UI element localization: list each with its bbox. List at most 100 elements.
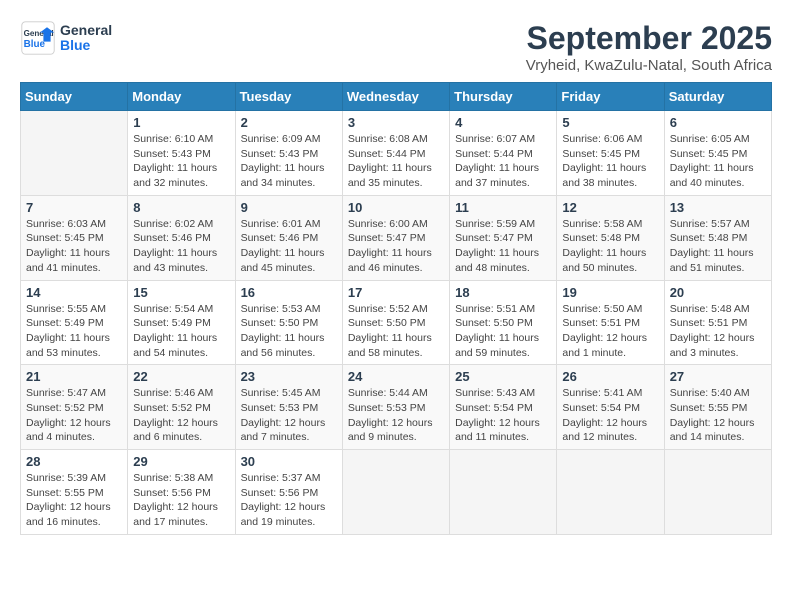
day-info: Sunrise: 6:05 AM Sunset: 5:45 PM Dayligh… xyxy=(670,132,766,191)
weekday-header-saturday: Saturday xyxy=(664,83,771,111)
calendar-cell xyxy=(21,111,128,196)
day-number: 20 xyxy=(670,285,766,300)
day-info: Sunrise: 5:46 AM Sunset: 5:52 PM Dayligh… xyxy=(133,386,229,445)
calendar-cell: 15 Sunrise: 5:54 AM Sunset: 5:49 PM Dayli… xyxy=(128,280,235,365)
calendar-cell: 25 Sunrise: 5:43 AM Sunset: 5:54 PM Dayli… xyxy=(450,365,557,450)
weekday-header-tuesday: Tuesday xyxy=(235,83,342,111)
day-info: Sunrise: 6:10 AM Sunset: 5:43 PM Dayligh… xyxy=(133,132,229,191)
calendar-cell: 7 Sunrise: 6:03 AM Sunset: 5:45 PM Daylig… xyxy=(21,195,128,280)
day-info: Sunrise: 5:48 AM Sunset: 5:51 PM Dayligh… xyxy=(670,302,766,361)
weekday-header-wednesday: Wednesday xyxy=(342,83,449,111)
calendar-header: SundayMondayTuesdayWednesdayThursdayFrid… xyxy=(21,83,772,111)
day-number: 11 xyxy=(455,200,551,215)
day-number: 9 xyxy=(241,200,337,215)
day-number: 18 xyxy=(455,285,551,300)
calendar-cell: 5 Sunrise: 6:06 AM Sunset: 5:45 PM Daylig… xyxy=(557,111,664,196)
day-number: 6 xyxy=(670,115,766,130)
day-info: Sunrise: 5:44 AM Sunset: 5:53 PM Dayligh… xyxy=(348,386,444,445)
day-info: Sunrise: 6:06 AM Sunset: 5:45 PM Dayligh… xyxy=(562,132,658,191)
calendar-cell: 6 Sunrise: 6:05 AM Sunset: 5:45 PM Daylig… xyxy=(664,111,771,196)
day-info: Sunrise: 5:58 AM Sunset: 5:48 PM Dayligh… xyxy=(562,217,658,276)
day-number: 7 xyxy=(26,200,122,215)
calendar-cell: 26 Sunrise: 5:41 AM Sunset: 5:54 PM Dayli… xyxy=(557,365,664,450)
day-number: 26 xyxy=(562,369,658,384)
calendar-cell: 4Sunrise: 6:07 AM Sunset: 5:44 PM Daylig… xyxy=(450,111,557,196)
calendar-cell: 14 Sunrise: 5:55 AM Sunset: 5:49 PM Dayli… xyxy=(21,280,128,365)
calendar: SundayMondayTuesdayWednesdayThursdayFrid… xyxy=(20,82,772,535)
day-info: Sunrise: 5:59 AM Sunset: 5:47 PM Dayligh… xyxy=(455,217,551,276)
calendar-cell xyxy=(450,450,557,535)
day-info: Sunrise: 6:01 AM Sunset: 5:46 PM Dayligh… xyxy=(241,217,337,276)
day-info: Sunrise: 5:40 AM Sunset: 5:55 PM Dayligh… xyxy=(670,386,766,445)
day-number: 27 xyxy=(670,369,766,384)
calendar-cell: 29 Sunrise: 5:38 AM Sunset: 5:56 PM Dayli… xyxy=(128,450,235,535)
calendar-cell: 8Sunrise: 6:02 AM Sunset: 5:46 PM Daylig… xyxy=(128,195,235,280)
calendar-cell: 2 Sunrise: 6:09 AM Sunset: 5:43 PM Daylig… xyxy=(235,111,342,196)
day-number: 25 xyxy=(455,369,551,384)
day-number: 23 xyxy=(241,369,337,384)
day-number: 14 xyxy=(26,285,122,300)
day-info: Sunrise: 6:03 AM Sunset: 5:45 PM Dayligh… xyxy=(26,217,122,276)
day-number: 8 xyxy=(133,200,229,215)
day-info: Sunrise: 5:55 AM Sunset: 5:49 PM Dayligh… xyxy=(26,302,122,361)
calendar-week-3: 14 Sunrise: 5:55 AM Sunset: 5:49 PM Dayli… xyxy=(21,280,772,365)
calendar-week-1: 1 Sunrise: 6:10 AM Sunset: 5:43 PM Daylig… xyxy=(21,111,772,196)
day-info: Sunrise: 5:52 AM Sunset: 5:50 PM Dayligh… xyxy=(348,302,444,361)
day-number: 3 xyxy=(348,115,444,130)
day-number: 22 xyxy=(133,369,229,384)
day-info: Sunrise: 6:07 AM Sunset: 5:44 PM Dayligh… xyxy=(455,132,551,191)
day-info: Sunrise: 6:00 AM Sunset: 5:47 PM Dayligh… xyxy=(348,217,444,276)
day-number: 21 xyxy=(26,369,122,384)
day-number: 1 xyxy=(133,115,229,130)
month-title: September 2025 xyxy=(526,20,772,57)
calendar-cell: 13Sunrise: 5:57 AM Sunset: 5:48 PM Dayli… xyxy=(664,195,771,280)
calendar-cell: 10 Sunrise: 6:00 AM Sunset: 5:47 PM Dayli… xyxy=(342,195,449,280)
calendar-cell xyxy=(342,450,449,535)
calendar-cell: 21 Sunrise: 5:47 AM Sunset: 5:52 PM Dayli… xyxy=(21,365,128,450)
day-info: Sunrise: 5:38 AM Sunset: 5:56 PM Dayligh… xyxy=(133,471,229,530)
day-info: Sunrise: 5:41 AM Sunset: 5:54 PM Dayligh… xyxy=(562,386,658,445)
calendar-cell xyxy=(557,450,664,535)
day-number: 10 xyxy=(348,200,444,215)
day-info: Sunrise: 5:47 AM Sunset: 5:52 PM Dayligh… xyxy=(26,386,122,445)
calendar-cell: 23 Sunrise: 5:45 AM Sunset: 5:53 PM Dayli… xyxy=(235,365,342,450)
calendar-week-2: 7 Sunrise: 6:03 AM Sunset: 5:45 PM Daylig… xyxy=(21,195,772,280)
weekday-header-thursday: Thursday xyxy=(450,83,557,111)
calendar-cell: 3 Sunrise: 6:08 AM Sunset: 5:44 PM Daylig… xyxy=(342,111,449,196)
calendar-cell: 22 Sunrise: 5:46 AM Sunset: 5:52 PM Dayli… xyxy=(128,365,235,450)
weekday-header-friday: Friday xyxy=(557,83,664,111)
calendar-cell: 24 Sunrise: 5:44 AM Sunset: 5:53 PM Dayli… xyxy=(342,365,449,450)
day-info: Sunrise: 5:39 AM Sunset: 5:55 PM Dayligh… xyxy=(26,471,122,530)
calendar-cell xyxy=(664,450,771,535)
day-number: 28 xyxy=(26,454,122,469)
day-number: 2 xyxy=(241,115,337,130)
calendar-cell: 27 Sunrise: 5:40 AM Sunset: 5:55 PM Dayli… xyxy=(664,365,771,450)
logo-general-text: General xyxy=(60,23,112,38)
header: General Blue General Blue September 2025… xyxy=(20,20,772,74)
day-number: 29 xyxy=(133,454,229,469)
weekday-header-sunday: Sunday xyxy=(21,83,128,111)
location: Vryheid, KwaZulu-Natal, South Africa xyxy=(526,57,772,74)
day-info: Sunrise: 6:09 AM Sunset: 5:43 PM Dayligh… xyxy=(241,132,337,191)
weekday-header-row: SundayMondayTuesdayWednesdayThursdayFrid… xyxy=(21,83,772,111)
calendar-cell: 18 Sunrise: 5:51 AM Sunset: 5:50 PM Dayli… xyxy=(450,280,557,365)
svg-text:Blue: Blue xyxy=(24,39,46,50)
calendar-cell: 19Sunrise: 5:50 AM Sunset: 5:51 PM Dayli… xyxy=(557,280,664,365)
day-number: 15 xyxy=(133,285,229,300)
calendar-cell: 12Sunrise: 5:58 AM Sunset: 5:48 PM Dayli… xyxy=(557,195,664,280)
day-info: Sunrise: 5:51 AM Sunset: 5:50 PM Dayligh… xyxy=(455,302,551,361)
day-number: 24 xyxy=(348,369,444,384)
day-info: Sunrise: 5:54 AM Sunset: 5:49 PM Dayligh… xyxy=(133,302,229,361)
day-number: 5 xyxy=(562,115,658,130)
day-info: Sunrise: 6:08 AM Sunset: 5:44 PM Dayligh… xyxy=(348,132,444,191)
calendar-body: 1 Sunrise: 6:10 AM Sunset: 5:43 PM Daylig… xyxy=(21,111,772,535)
title-area: September 2025 Vryheid, KwaZulu-Natal, S… xyxy=(526,20,772,74)
calendar-cell: 16Sunrise: 5:53 AM Sunset: 5:50 PM Dayli… xyxy=(235,280,342,365)
day-info: Sunrise: 5:50 AM Sunset: 5:51 PM Dayligh… xyxy=(562,302,658,361)
day-info: Sunrise: 5:45 AM Sunset: 5:53 PM Dayligh… xyxy=(241,386,337,445)
calendar-cell: 11 Sunrise: 5:59 AM Sunset: 5:47 PM Dayli… xyxy=(450,195,557,280)
day-info: Sunrise: 5:53 AM Sunset: 5:50 PM Dayligh… xyxy=(241,302,337,361)
calendar-week-5: 28 Sunrise: 5:39 AM Sunset: 5:55 PM Dayli… xyxy=(21,450,772,535)
day-info: Sunrise: 5:43 AM Sunset: 5:54 PM Dayligh… xyxy=(455,386,551,445)
calendar-cell: 28 Sunrise: 5:39 AM Sunset: 5:55 PM Dayli… xyxy=(21,450,128,535)
